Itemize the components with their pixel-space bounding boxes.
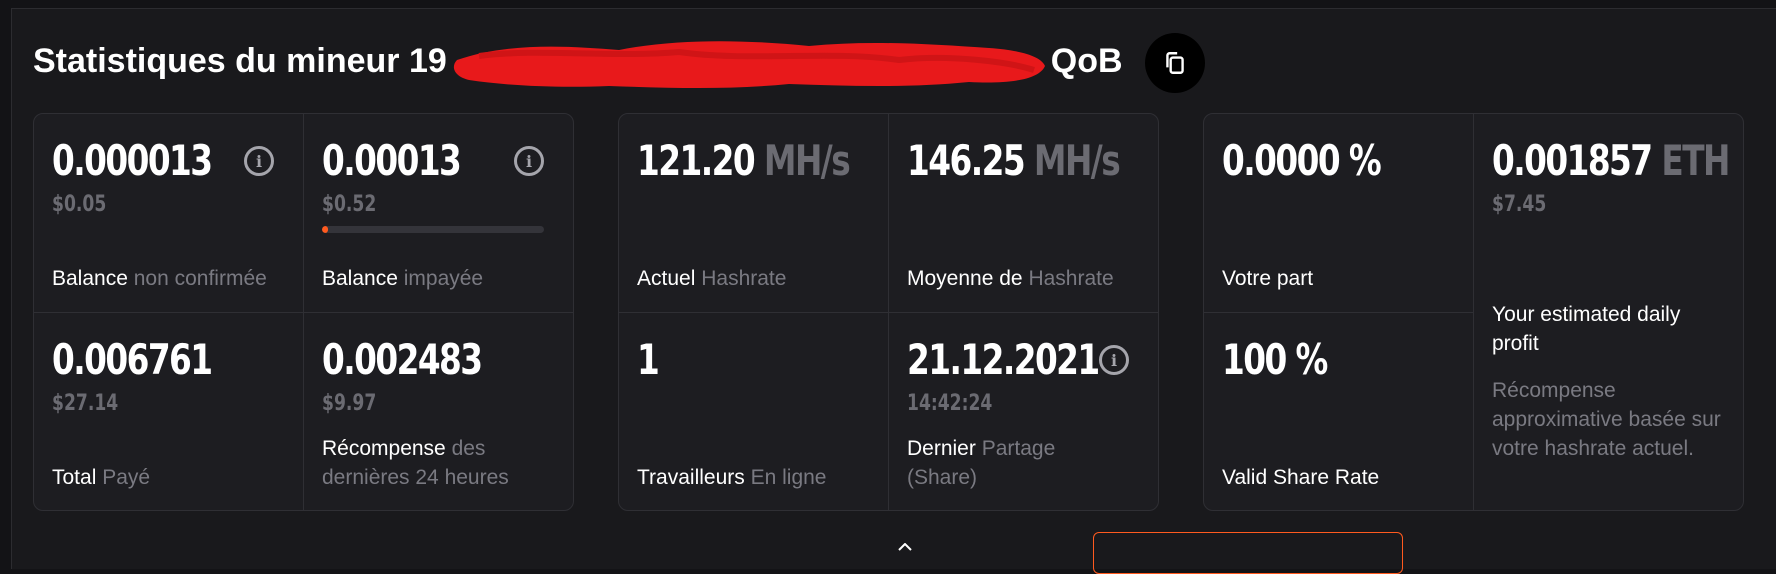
label-main: Moyenne de xyxy=(907,267,1023,290)
info-icon[interactable]: i xyxy=(244,146,274,176)
copy-address-button[interactable] xyxy=(1144,33,1205,93)
info-icon[interactable]: i xyxy=(514,146,544,176)
unpaid-balance-value: 0.00013 xyxy=(322,136,462,185)
share-panel: 0.0000 % Votre part 100 % Valid Share Ra… xyxy=(1203,113,1744,511)
hashrate-unit: MH/s xyxy=(763,136,851,185)
daily-profit-value: 0.001857 ETH xyxy=(1492,136,1730,185)
valid-share-rate-cell: 100 % Valid Share Rate xyxy=(1204,313,1473,510)
hashrate-number: 146.25 xyxy=(907,136,1026,185)
unpaid-balance-usd: $0.52 xyxy=(322,192,377,217)
label-main: Travailleurs xyxy=(637,466,745,489)
page-header: Statistiques du mineur 19 QoB xyxy=(33,33,1205,93)
profit-unit: ETH xyxy=(1661,136,1730,185)
unpaid-balance-label: Balance impayée xyxy=(322,264,483,293)
unconfirmed-balance-value: 0.000013 xyxy=(52,136,213,185)
label-muted: impayée xyxy=(403,267,484,290)
current-hashrate-value: 121.20 MH/s xyxy=(637,136,851,185)
reward-24h-label: Récompense des dernières 24 heures xyxy=(322,434,542,492)
label-main: Dernier xyxy=(907,437,976,460)
last-share-cell: 21.12.2021 i 14:42:24 Dernier Partage (S… xyxy=(889,313,1158,510)
daily-profit-usd: $7.45 xyxy=(1492,192,1547,217)
workers-cell: 1 Travailleurs En ligne xyxy=(619,313,888,510)
reward-24h-usd: $9.97 xyxy=(322,391,377,416)
label-muted: En ligne xyxy=(750,466,827,489)
total-paid-value: 0.006761 xyxy=(52,335,213,384)
balance-panel: 0.000013 i $0.05 Balance non confirmée 0… xyxy=(33,113,574,511)
payout-progress-bar xyxy=(322,226,544,233)
current-hashrate-cell: 121.20 MH/s Actuel Hashrate xyxy=(619,114,888,312)
unconfirmed-balance-cell: 0.000013 i $0.05 Balance non confirmée xyxy=(34,114,303,312)
title-prefix: Statistiques du mineur 19 xyxy=(33,41,447,80)
valid-share-rate-value: 100 % xyxy=(1222,335,1328,384)
label-muted: non confirmée xyxy=(133,267,267,290)
average-hashrate-cell: 146.25 MH/s Moyenne de Hashrate xyxy=(889,114,1158,312)
total-paid-usd: $27.14 xyxy=(52,391,119,416)
daily-profit-description: Récompense approximative basée sur votre… xyxy=(1492,379,1721,460)
daily-profit-label: Your estimated daily profit xyxy=(1492,303,1681,355)
your-share-cell: 0.0000 % Votre part xyxy=(1204,114,1473,312)
last-share-date: 21.12.2021 xyxy=(907,335,1100,384)
redacted-wallet-address xyxy=(449,36,1049,90)
page-title: Statistiques du mineur 19 QoB xyxy=(33,36,1123,90)
label-muted: Payé xyxy=(102,466,151,489)
workers-value: 1 xyxy=(637,335,660,384)
label-muted: Hashrate xyxy=(1028,267,1114,290)
hashrate-number: 121.20 xyxy=(637,136,756,185)
daily-profit-cell: 0.001857 ETH $7.45 Your estimated daily … xyxy=(1474,114,1743,510)
hashrate-panel: 121.20 MH/s Actuel Hashrate 146.25 MH/s … xyxy=(618,113,1159,511)
copy-icon xyxy=(1165,52,1184,74)
last-share-time: 14:42:24 xyxy=(907,391,993,416)
unconfirmed-balance-usd: $0.05 xyxy=(52,192,107,217)
valid-share-rate-label: Valid Share Rate xyxy=(1222,466,1380,489)
average-hashrate-value: 146.25 MH/s xyxy=(907,136,1121,185)
hashrate-unit: MH/s xyxy=(1033,136,1121,185)
reward-24h-cell: 0.002483 $9.97 Récompense des dernières … xyxy=(304,313,573,510)
action-button[interactable] xyxy=(1093,532,1403,574)
title-suffix: QoB xyxy=(1050,41,1123,80)
average-hashrate-label: Moyenne de Hashrate xyxy=(907,264,1114,293)
payout-progress-fill xyxy=(322,226,328,233)
label-main: Actuel xyxy=(637,267,696,290)
label-muted: Hashrate xyxy=(701,267,787,290)
workers-label: Travailleurs En ligne xyxy=(637,463,826,492)
total-paid-cell: 0.006761 $27.14 Total Payé xyxy=(34,313,303,510)
info-icon[interactable]: i xyxy=(1099,345,1129,375)
label-main: Balance xyxy=(52,267,128,290)
unpaid-balance-cell: 0.00013 i $0.52 Balance impayée xyxy=(304,114,573,312)
your-share-label: Votre part xyxy=(1222,267,1314,290)
current-hashrate-label: Actuel Hashrate xyxy=(637,264,786,293)
label-main: Balance xyxy=(322,267,398,290)
profit-number: 0.001857 xyxy=(1492,136,1653,185)
reward-24h-value: 0.002483 xyxy=(322,335,483,384)
label-main: Total xyxy=(52,466,97,489)
last-share-label: Dernier Partage (Share) xyxy=(907,434,1107,492)
total-paid-label: Total Payé xyxy=(52,463,150,492)
unconfirmed-balance-label: Balance non confirmée xyxy=(52,264,267,293)
your-share-value: 0.0000 % xyxy=(1222,136,1382,185)
label-main: Récompense xyxy=(322,437,446,460)
